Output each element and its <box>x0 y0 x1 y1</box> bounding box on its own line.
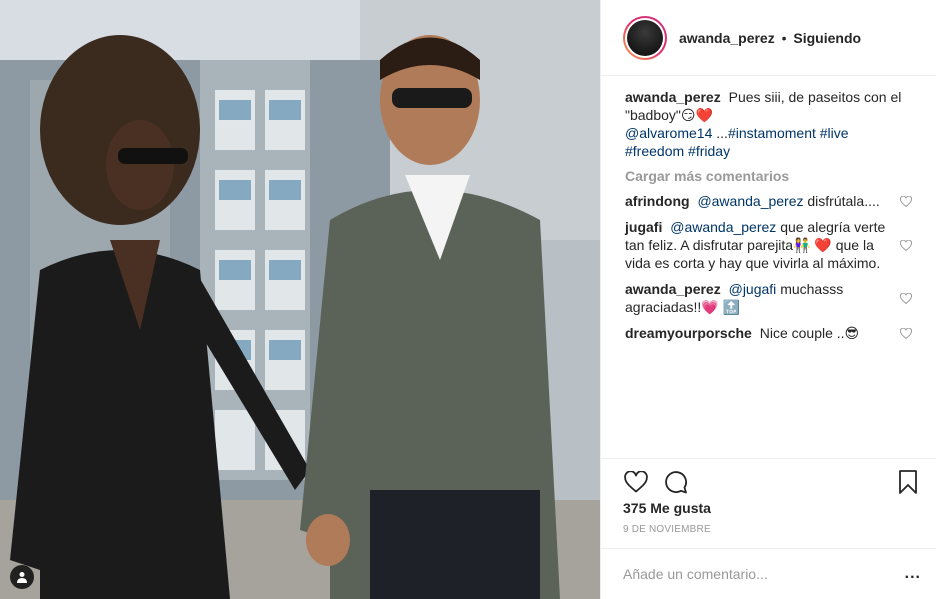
like-button[interactable] <box>623 469 649 495</box>
header-separator: • <box>781 29 787 46</box>
avatar-image <box>627 19 663 56</box>
comment-mention[interactable]: @awanda_perez <box>697 193 803 209</box>
post-date[interactable]: 9 DE NOVIEMBRE <box>623 524 711 535</box>
load-more-comments-button[interactable]: Cargar más comentarios <box>625 168 920 184</box>
small-heart-icon <box>900 239 912 251</box>
comment-input[interactable]: Añade un comentario... <box>623 566 905 582</box>
photo-illustration <box>0 0 600 599</box>
caption-hashtag[interactable]: #friday <box>688 143 730 159</box>
post-caption: awanda_perez Pues siii, de paseitos con … <box>625 88 920 160</box>
comment: afrindong @awanda_perez disfrútala.... <box>625 192 920 210</box>
small-heart-icon <box>900 327 912 339</box>
caption-hashtag[interactable]: #freedom <box>625 143 684 159</box>
post-header: awanda_perez • Siguiendo <box>601 0 936 76</box>
post-actions-bar <box>601 458 936 498</box>
comment-username[interactable]: awanda_perez <box>625 281 721 297</box>
post-details-panel: awanda_perez • Siguiendo awanda_perez Pu… <box>600 0 936 599</box>
comment-mention[interactable]: @awanda_perez <box>670 219 776 235</box>
comment-like-button[interactable] <box>900 280 920 316</box>
comment-text: Nice couple ..😎 <box>759 325 860 341</box>
comment: jugafi @awanda_perez que alegría verte t… <box>625 218 920 272</box>
comment-button[interactable] <box>663 469 689 495</box>
header-username[interactable]: awanda_perez <box>679 30 775 46</box>
post-photo[interactable] <box>0 0 600 599</box>
comment-mention[interactable]: @jugafi <box>729 281 777 297</box>
bookmark-icon <box>899 470 917 494</box>
heart-outline-icon <box>624 471 648 493</box>
small-heart-icon <box>900 292 912 304</box>
person-tag-icon <box>17 572 27 583</box>
caption-hashtag[interactable]: #live <box>820 125 849 141</box>
comment-username[interactable]: dreamyourporsche <box>625 325 752 341</box>
comment-text: disfrútala.... <box>807 193 880 209</box>
comment-like-button[interactable] <box>900 324 920 342</box>
comment-username[interactable]: jugafi <box>625 219 662 235</box>
comment-like-button[interactable] <box>900 218 920 272</box>
avatar[interactable] <box>623 15 667 60</box>
likes-count[interactable]: 375 Me gusta <box>623 500 711 516</box>
save-button[interactable] <box>895 469 921 495</box>
comment-like-button[interactable] <box>900 192 920 210</box>
comment: dreamyourporsche Nice couple ..😎 <box>625 324 920 342</box>
caption-ellipsis: ... <box>712 125 728 141</box>
caption-username[interactable]: awanda_perez <box>625 89 721 105</box>
comments-section: awanda_perez Pues siii, de paseitos con … <box>601 76 936 458</box>
follow-status[interactable]: Siguiendo <box>793 30 861 46</box>
add-comment-bar: Añade un comentario... ... <box>601 548 936 599</box>
header-user-line: awanda_perez • Siguiendo <box>679 30 861 46</box>
small-heart-icon <box>900 195 912 207</box>
more-options-button[interactable]: ... <box>905 565 921 583</box>
comment-username[interactable]: afrindong <box>625 193 690 209</box>
tagged-people-button[interactable] <box>10 565 34 589</box>
speech-bubble-icon <box>665 471 687 494</box>
comment: awanda_perez @jugafi muchasss agraciadas… <box>625 280 920 316</box>
caption-hashtag[interactable]: #instamoment <box>728 125 816 141</box>
caption-mention[interactable]: @alvarome14 <box>625 125 712 141</box>
